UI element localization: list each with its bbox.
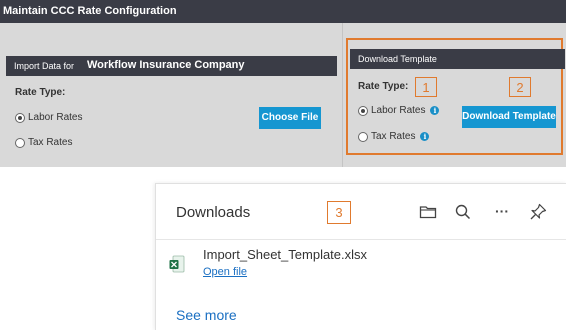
excel-file-icon (169, 255, 185, 273)
divider (156, 239, 566, 240)
info-icon[interactable]: i (430, 106, 440, 115)
see-more-link[interactable]: See more (176, 307, 237, 323)
radio-label: Tax Rates (28, 137, 73, 148)
downloads-title: Downloads (176, 204, 251, 221)
import-radio-labor-rates[interactable]: Labor Rates (15, 112, 82, 123)
download-rate-type-label: Rate Type: (358, 81, 409, 92)
company-name: Workflow Insurance Company (87, 59, 245, 71)
radio-label: Labor Rates (28, 112, 83, 123)
open-file-link[interactable]: Open file (203, 266, 247, 278)
download-radio-tax-rates[interactable]: Tax Rates i (358, 131, 430, 142)
folder-icon[interactable] (418, 202, 438, 222)
more-icon[interactable]: ··· (492, 201, 512, 221)
downloads-flyout: Downloads 3 ··· Import_Sheet_Template.xl… (155, 183, 566, 330)
annotation-badge-2: 2 (509, 77, 531, 97)
import-heading-prefix: Import Data for (14, 61, 75, 71)
download-section-heading: Download Template (358, 54, 437, 64)
import-radio-tax-rates[interactable]: Tax Rates (15, 137, 72, 148)
radio-button[interactable] (358, 105, 368, 116)
import-section: Import Data for Workflow Insurance Compa… (0, 23, 343, 167)
download-template-button[interactable]: Download Template (462, 106, 556, 128)
annotation-badge-1: 1 (415, 77, 437, 97)
search-icon[interactable] (453, 202, 473, 222)
import-rate-type-label: Rate Type: (15, 87, 66, 98)
import-section-header: Import Data for Workflow Insurance Compa… (6, 56, 337, 76)
rate-config-panel: Maintain CCC Rate Configuration Import D… (0, 0, 566, 167)
download-radio-labor-rates[interactable]: Labor Rates i (358, 105, 440, 116)
title-bar: Maintain CCC Rate Configuration (0, 0, 566, 23)
download-file-name[interactable]: Import_Sheet_Template.xlsx (203, 247, 367, 262)
radio-button[interactable] (358, 131, 368, 142)
annotation-badge-3: 3 (327, 201, 351, 224)
page-title: Maintain CCC Rate Configuration (3, 5, 177, 17)
radio-label: Labor Rates (371, 105, 426, 116)
radio-button[interactable] (15, 112, 25, 123)
info-icon[interactable]: i (420, 132, 430, 141)
download-section-header: Download Template (350, 49, 565, 69)
choose-file-button[interactable]: Choose File (259, 107, 321, 129)
pin-icon[interactable] (528, 202, 548, 222)
radio-button[interactable] (15, 137, 25, 148)
radio-label: Tax Rates (371, 131, 416, 142)
